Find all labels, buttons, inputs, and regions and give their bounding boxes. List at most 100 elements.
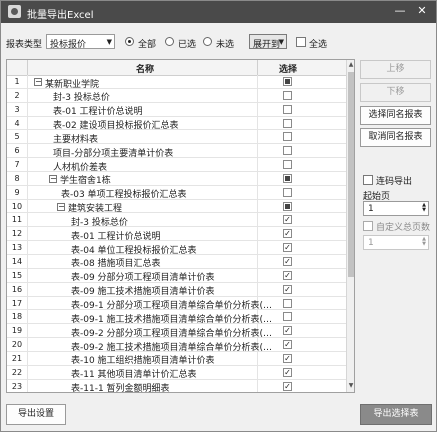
table-row[interactable]: 12 表-01 工程计价总说明 ✓: [7, 227, 346, 242]
row-number: 23: [11, 381, 23, 391]
row-number: 17: [11, 298, 23, 308]
select-checkbox[interactable]: ✓: [283, 270, 292, 280]
select-checkbox[interactable]: [283, 160, 292, 170]
close-button[interactable]: ✕: [414, 4, 430, 19]
table-row[interactable]: 16 表-09 施工技术措施项目清单计价表 ✓: [7, 282, 346, 298]
select-checkbox[interactable]: ✓: [283, 326, 292, 336]
select-checkbox[interactable]: [283, 201, 292, 211]
custom-total-pages-checkbox[interactable]: [363, 221, 373, 231]
collapse-toggle-icon[interactable]: −: [49, 174, 57, 183]
column-divider: [27, 116, 28, 130]
column-divider: [27, 171, 28, 185]
table-row[interactable]: 6 项目-分部分项主要清单计价表: [7, 144, 346, 159]
move-down-button[interactable]: 下移: [360, 83, 431, 102]
select-checkbox[interactable]: ✓: [283, 340, 292, 350]
select-checkbox[interactable]: ✓: [283, 284, 292, 294]
select-checkbox[interactable]: [283, 90, 292, 100]
move-up-button[interactable]: 上移: [360, 60, 431, 79]
expand-to-dropdown[interactable]: 展开到 ▼: [249, 34, 287, 50]
table-row[interactable]: 20 表-09-2 施工技术措施项目清单综合单价分析表(… ✓: [7, 338, 346, 353]
select-same-name-button[interactable]: 选择同名报表: [360, 106, 431, 125]
export-settings-button[interactable]: 导出设置: [6, 404, 66, 425]
spinner-arrows-icon[interactable]: ▲ ▼: [422, 203, 426, 213]
report-tree-grid: 名称 选择 1− 某新职业学院 2 封-3 投标总价 3 表-01 工程计价总说明 4 表-0…: [6, 59, 355, 393]
column-divider: [27, 365, 28, 379]
select-checkbox[interactable]: [283, 146, 292, 156]
table-row[interactable]: 13 表-04 单位工程投标报价汇总表 ✓: [7, 241, 346, 256]
select-checkbox[interactable]: ✓: [283, 215, 292, 225]
table-row[interactable]: 18 表-09-1 施工技术措施项目清单综合单价分析表(…: [7, 310, 346, 325]
spin-down-icon[interactable]: ▼: [422, 241, 426, 247]
table-row[interactable]: 23 表-11-1 暂列金额明细表 ✓: [7, 379, 346, 392]
start-page-spinner[interactable]: 1 ▲ ▼: [363, 201, 429, 216]
table-row[interactable]: 21 表-10 施工组织措施项目清单计价表 ✓: [7, 351, 346, 366]
column-divider: [257, 75, 258, 88]
select-checkbox[interactable]: [283, 187, 292, 197]
table-row[interactable]: 8 − 学生宿舍1栋: [7, 171, 346, 186]
column-divider: [257, 185, 258, 199]
scroll-thumb[interactable]: [348, 72, 354, 277]
spin-down-icon[interactable]: ▼: [422, 207, 426, 213]
report-name: 表-09-1 施工技术措施项目清单综合单价分析表(…: [71, 314, 273, 325]
column-divider: [27, 268, 28, 282]
grid-header: 名称 选择: [7, 60, 346, 76]
select-checkbox[interactable]: ✓: [283, 229, 292, 239]
column-divider: [257, 158, 258, 172]
scroll-up-icon[interactable]: ▲: [347, 61, 354, 70]
table-row[interactable]: 3 表-01 工程计价总说明: [7, 102, 346, 117]
report-name: 表-08 措施项目汇总表: [71, 259, 161, 270]
custom-total-pages-spinner[interactable]: 1 ▲ ▼: [363, 235, 429, 250]
report-name: 表-09 施工技术措施项目清单计价表: [71, 287, 215, 298]
report-type-select[interactable]: 投标报价 ▼: [46, 34, 115, 50]
table-row[interactable]: 10 − 建筑安装工程: [7, 199, 346, 214]
collapse-toggle-icon[interactable]: −: [57, 202, 65, 211]
select-checkbox[interactable]: [283, 173, 292, 183]
row-number: 18: [11, 312, 23, 322]
continuous-export-checkbox[interactable]: [363, 175, 373, 185]
filter-all-radio[interactable]: [125, 37, 134, 46]
select-checkbox[interactable]: ✓: [283, 256, 292, 266]
table-row[interactable]: 4 表-02 建设项目投标报价汇总表: [7, 116, 346, 131]
table-row[interactable]: 14 表-08 措施项目汇总表 ✓: [7, 254, 346, 270]
table-row[interactable]: 2 封-3 投标总价: [7, 88, 346, 103]
row-number: 2: [14, 90, 20, 100]
select-all-checkbox[interactable]: [296, 37, 306, 47]
select-checkbox[interactable]: ✓: [283, 381, 292, 391]
select-checkbox[interactable]: [283, 118, 292, 128]
minimize-button[interactable]: —: [392, 4, 408, 19]
expand-to-label: 展开到: [253, 40, 281, 50]
table-row[interactable]: 19 表-09-2 分部分项工程项目清单综合单价分析表(… ✓: [7, 324, 346, 339]
cancel-same-name-button[interactable]: 取消同名报表: [360, 128, 431, 147]
select-checkbox[interactable]: [283, 132, 292, 142]
select-checkbox[interactable]: ✓: [283, 367, 292, 377]
filter-unselected-radio[interactable]: [203, 37, 212, 46]
start-page-value: 1: [368, 204, 374, 214]
table-row[interactable]: 22 表-11 其他项目清单计价汇总表 ✓: [7, 365, 346, 380]
column-divider: [257, 102, 258, 116]
select-checkbox[interactable]: ✓: [283, 353, 292, 363]
select-checkbox[interactable]: [283, 104, 292, 114]
vertical-scrollbar[interactable]: ▲ ▼: [346, 60, 354, 392]
export-selected-button[interactable]: 导出选择表: [360, 404, 432, 425]
row-number: 7: [14, 160, 20, 170]
filter-selected-radio[interactable]: [165, 37, 174, 46]
report-name: 人材机价差表: [53, 162, 108, 173]
select-checkbox[interactable]: [283, 77, 292, 86]
column-divider: [27, 199, 28, 213]
table-row[interactable]: 17 表-09-1 分部分项工程项目清单综合单价分析表(…: [7, 296, 346, 311]
table-row[interactable]: 11 封-3 投标总价 ✓: [7, 213, 346, 228]
select-checkbox[interactable]: [283, 298, 292, 308]
collapse-toggle-icon[interactable]: −: [34, 78, 42, 86]
report-name: 某新职业学院: [45, 79, 100, 90]
scroll-down-icon[interactable]: ▼: [347, 382, 354, 391]
spinner-arrows-icon[interactable]: ▲ ▼: [422, 237, 426, 247]
select-checkbox[interactable]: ✓: [283, 243, 292, 253]
table-row[interactable]: 15 表-09 分部分项工程项目清单计价表 ✓: [7, 268, 346, 283]
table-row[interactable]: 5 主要材料表: [7, 130, 346, 145]
table-row[interactable]: 1 − 某新职业学院: [7, 75, 346, 90]
report-name: 表-09-2 分部分项工程项目清单综合单价分析表(…: [71, 328, 273, 339]
select-checkbox[interactable]: [283, 312, 292, 322]
column-divider: [257, 227, 258, 241]
table-row[interactable]: 7 人材机价差表: [7, 158, 346, 173]
table-row[interactable]: 9 表-03 单项工程投标报价汇总表: [7, 185, 346, 200]
